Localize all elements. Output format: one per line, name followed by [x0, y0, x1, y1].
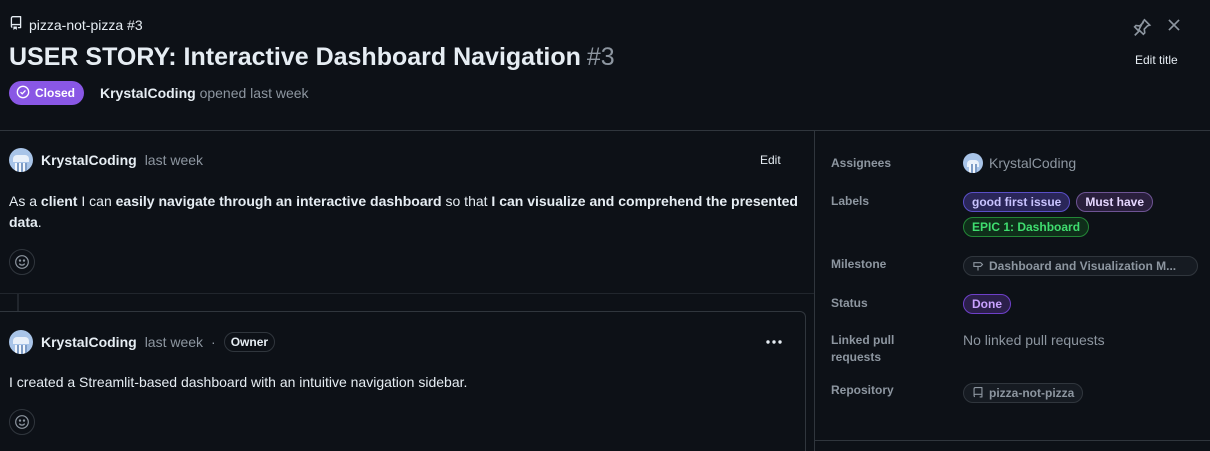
labels-row-2: EPIC 1: Dashboard: [963, 217, 1090, 237]
labels-row-1: good first issue Must have: [963, 192, 1154, 212]
owner-badge: Owner: [223, 332, 276, 352]
repo-icon: [973, 387, 983, 398]
opened-line: KrystalCoding opened last week: [100, 85, 309, 101]
opened-by-link[interactable]: KrystalCoding: [100, 85, 196, 101]
milestone-chip: Dashboard and Visualization M...: [963, 256, 1198, 276]
label-chip[interactable]: EPIC 1: Dashboard: [963, 217, 1090, 237]
issue-number: #3: [586, 43, 615, 71]
repository-label: Repository: [831, 383, 894, 397]
comment-author[interactable]: KrystalCoding: [41, 334, 137, 350]
smiley-icon: [15, 255, 29, 269]
body-bold: client: [40, 193, 78, 209]
comment-time[interactable]: last week: [145, 334, 203, 350]
comment-body: As a client I can easily navigate throug…: [9, 191, 799, 233]
comment-header: KrystalCoding last week: [9, 148, 203, 172]
status-value[interactable]: Done: [963, 294, 1011, 314]
milestone-name: Dashboard and Visualization M...: [989, 259, 1177, 273]
label-chip[interactable]: Must have: [1076, 192, 1154, 212]
milestone-label[interactable]: Milestone: [831, 256, 886, 273]
add-reaction-button[interactable]: [9, 409, 35, 435]
repository-value[interactable]: pizza-not-pizza: [963, 383, 1084, 403]
labels-label[interactable]: Labels: [831, 193, 869, 210]
comment-time[interactable]: last week: [145, 152, 203, 168]
opened-when: opened last week: [199, 85, 309, 101]
repo-reference-label: pizza-not-pizza #3: [29, 16, 143, 33]
repository-chip: pizza-not-pizza: [963, 383, 1084, 403]
issue-main: KrystalCoding last week Edit As a client…: [0, 131, 814, 451]
close-icon[interactable]: [1165, 16, 1183, 34]
repository-name: pizza-not-pizza: [989, 386, 1075, 400]
assignees-label[interactable]: Assignees: [831, 155, 891, 172]
issue-page: pizza-not-pizza #3 USER STORY: Interacti…: [0, 0, 1210, 451]
avatar[interactable]: [9, 148, 33, 172]
comment-header: KrystalCoding last week · Owner: [9, 330, 276, 354]
sidebar-divider: [815, 440, 1210, 441]
smiley-icon: [15, 415, 29, 429]
issue-sidebar: Assignees KrystalCoding Labels good firs…: [814, 131, 1210, 451]
timeline-line: [17, 294, 19, 312]
issue-state-label: Closed: [35, 86, 76, 100]
separator-dot: ·: [211, 334, 216, 350]
add-reaction-button[interactable]: [9, 249, 35, 275]
edit-comment-button[interactable]: Edit: [760, 153, 781, 167]
linked-prs-label[interactable]: Linked pull requests: [831, 332, 894, 366]
avatar[interactable]: [9, 330, 33, 354]
closed-check-icon: [16, 85, 30, 102]
repo-icon: [9, 16, 23, 33]
issue-header: pizza-not-pizza #3 USER STORY: Interacti…: [0, 0, 1210, 131]
comment-card: KrystalCoding last week · Owner I create…: [0, 311, 806, 451]
linked-prs-label-line2: requests: [831, 350, 882, 364]
body-text: As a: [9, 193, 41, 209]
label-chip[interactable]: good first issue: [963, 192, 1071, 212]
comment-author[interactable]: KrystalCoding: [41, 152, 137, 168]
assignee-name: KrystalCoding: [989, 155, 1077, 171]
timeline-connector: [0, 293, 814, 312]
body-text: I can: [77, 193, 116, 209]
comment-body: I created a Streamlit-based dashboard wi…: [9, 374, 468, 390]
more-options-icon[interactable]: [764, 332, 784, 352]
assignee-value[interactable]: KrystalCoding: [963, 153, 1076, 173]
status-chip: Done: [963, 294, 1011, 314]
linked-prs-value: No linked pull requests: [963, 332, 1105, 348]
issue-title-text: USER STORY: Interactive Dashboard Naviga…: [9, 43, 581, 71]
milestone-value[interactable]: Dashboard and Visualization M...: [963, 256, 1198, 276]
linked-prs-label-line1: Linked pull: [831, 333, 895, 347]
issue-state-badge: Closed: [9, 81, 85, 105]
repo-reference[interactable]: pizza-not-pizza #3: [9, 16, 143, 33]
edit-title-button[interactable]: Edit title: [1135, 53, 1178, 67]
status-label[interactable]: Status: [831, 295, 868, 312]
issue-title: USER STORY: Interactive Dashboard Naviga…: [9, 43, 615, 72]
body-text: .: [37, 214, 42, 230]
milestone-icon: [973, 262, 984, 271]
body-text: so that: [441, 193, 492, 209]
body-bold: easily navigate through an interactive d…: [115, 193, 442, 209]
avatar: [963, 153, 983, 173]
pin-icon[interactable]: [1132, 17, 1152, 37]
